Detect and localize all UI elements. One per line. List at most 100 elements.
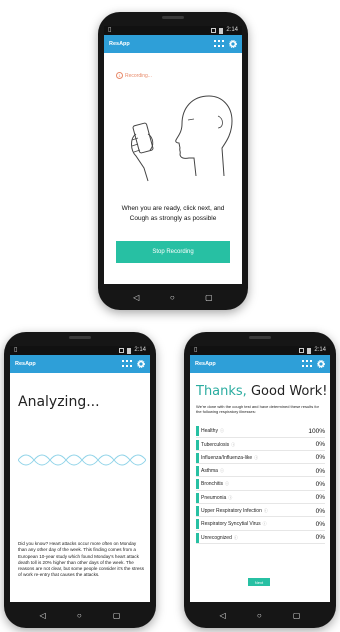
app-title: ResApp	[195, 361, 216, 367]
app-title: ResApp	[15, 361, 36, 367]
result-value: 0%	[315, 520, 325, 528]
app-title: ResApp	[109, 41, 130, 47]
result-name: Respiratory Syncytial Virus	[201, 521, 261, 528]
gear-icon[interactable]	[317, 360, 325, 368]
battery-icon	[219, 27, 224, 34]
info-icon[interactable]: ⓘ	[220, 468, 224, 474]
result-row-upper-respiratory: Upper Respiratory Infection ⓘ 0%	[196, 506, 325, 518]
info-icon[interactable]: ⓘ	[225, 481, 229, 487]
result-value: 0%	[315, 441, 325, 449]
info-icon[interactable]: ⓘ	[234, 535, 238, 541]
signal-icon	[299, 348, 305, 353]
battery-icon	[127, 347, 132, 354]
result-marker	[196, 479, 199, 490]
back-icon[interactable]: ◁	[40, 612, 46, 620]
result-marker	[196, 466, 199, 477]
recents-icon[interactable]: ▢	[293, 612, 301, 620]
screen-recording: ▯ 2:14 ResApp 1 Recording... When you ar…	[104, 26, 242, 284]
result-marker	[196, 452, 199, 463]
home-icon[interactable]: ○	[77, 612, 82, 620]
result-value: 0%	[315, 507, 325, 515]
app-bar: ResApp	[104, 35, 242, 53]
stop-recording-button[interactable]: Stop Recording	[116, 241, 230, 263]
cough-instruction: When you are ready, click next, and Coug…	[121, 205, 225, 222]
speaker-slot	[249, 336, 271, 339]
recents-icon[interactable]: ▢	[205, 294, 213, 302]
signal-icon	[211, 28, 217, 33]
status-bar: ▯ 2:14	[10, 346, 150, 355]
next-button[interactable]: Next	[248, 578, 270, 586]
result-marker	[196, 506, 199, 517]
result-row-influenza: Influenza/Influenza-like ⓘ 0%	[196, 452, 325, 465]
result-row-pneumonia: Pneumonia ⓘ 0%	[196, 492, 325, 504]
result-name: Tuberculosis	[201, 441, 230, 448]
grid-icon[interactable]	[122, 359, 132, 369]
phone-recording: ▯ 2:14 ResApp 1 Recording... When you ar…	[98, 12, 248, 310]
result-marker	[196, 519, 199, 530]
back-icon[interactable]: ◁	[133, 294, 139, 302]
result-row-rsv: Respiratory Syncytial Virus ⓘ 0%	[196, 519, 325, 531]
result-name: Influenza/Influenza-like	[201, 454, 253, 461]
status-time: 2:14	[226, 27, 238, 33]
info-icon[interactable]: ⓘ	[263, 521, 267, 527]
info-icon[interactable]: ⓘ	[254, 455, 258, 461]
result-value: 100%	[308, 427, 325, 435]
result-name: Bronchitis	[201, 481, 223, 488]
grid-icon[interactable]	[302, 359, 312, 369]
result-row-bronchitis: Bronchitis ⓘ 0%	[196, 479, 325, 491]
nav-bar: ◁ ○ ▢	[4, 610, 156, 622]
grid-icon[interactable]	[214, 39, 224, 49]
screen-results: ▯ 2:14 ResApp Thanks, Good Work! We're d…	[190, 346, 330, 602]
results-list: Healthy ⓘ 100% Tuberculosis ⓘ 0% Influenza…	[196, 426, 325, 546]
info-icon[interactable]: ⓘ	[220, 428, 224, 434]
analyzing-waveform	[18, 454, 146, 466]
result-name: Upper Respiratory Infection	[201, 508, 262, 515]
result-row-asthma: Asthma ⓘ 0%	[196, 466, 325, 478]
info-icon[interactable]: ⓘ	[228, 495, 232, 501]
nav-bar: ◁ ○ ▢	[184, 610, 336, 622]
result-marker	[196, 426, 199, 437]
result-marker	[196, 532, 199, 543]
status-bar: ▯ 2:14	[104, 26, 242, 35]
result-value: 0%	[315, 467, 325, 475]
app-bar: ResApp	[10, 355, 150, 373]
result-name: Healthy	[201, 428, 218, 435]
result-name: Pneumonia	[201, 494, 227, 501]
good-work-text: Good Work!	[250, 384, 328, 399]
cough-illustration	[131, 95, 233, 182]
gear-icon[interactable]	[229, 40, 237, 48]
phone-results: ▯ 2:14 ResApp Thanks, Good Work! We're d…	[184, 332, 336, 628]
result-row-healthy: Healthy ⓘ 100%	[196, 426, 325, 438]
result-row-tuberculosis: Tuberculosis ⓘ 0%	[196, 439, 325, 451]
result-name: Asthma	[201, 468, 218, 475]
screen-analyzing: ▯ 2:14 ResApp Analyzing... Did you know?…	[10, 346, 150, 602]
signal-icon	[119, 348, 125, 353]
did-you-know-fact: Did you know? Heart attacks occur more o…	[18, 541, 144, 578]
notification-icon: ▯	[108, 27, 112, 33]
recents-icon[interactable]: ▢	[113, 612, 121, 620]
result-value: 0%	[315, 534, 325, 542]
status-time: 2:14	[314, 347, 326, 353]
nav-bar: ◁ ○ ▢	[98, 292, 248, 304]
result-value: 0%	[315, 454, 325, 462]
info-icon[interactable]: ⓘ	[264, 508, 268, 514]
app-bar: ResApp	[190, 355, 330, 373]
result-marker	[196, 492, 199, 503]
home-icon[interactable]: ○	[170, 294, 175, 302]
gear-icon[interactable]	[137, 360, 145, 368]
results-intro: We're done with the cough test and have …	[196, 404, 319, 414]
status-bar: ▯ 2:14	[190, 346, 330, 355]
thanks-text: Thanks,	[196, 384, 247, 399]
info-icon[interactable]: ⓘ	[231, 442, 235, 448]
notification-icon: ▯	[194, 347, 198, 353]
result-value: 0%	[315, 494, 325, 502]
result-name: Unrecognized	[201, 534, 232, 541]
microphone-icon: 1	[116, 72, 123, 79]
speaker-slot	[162, 16, 184, 19]
result-row-unrecognized: Unrecognized ⓘ 0%	[196, 532, 325, 544]
back-icon[interactable]: ◁	[220, 612, 226, 620]
home-icon[interactable]: ○	[257, 612, 262, 620]
results-title: Thanks, Good Work!	[196, 384, 327, 399]
result-value: 0%	[315, 480, 325, 488]
recording-indicator: 1 Recording...	[116, 72, 152, 79]
